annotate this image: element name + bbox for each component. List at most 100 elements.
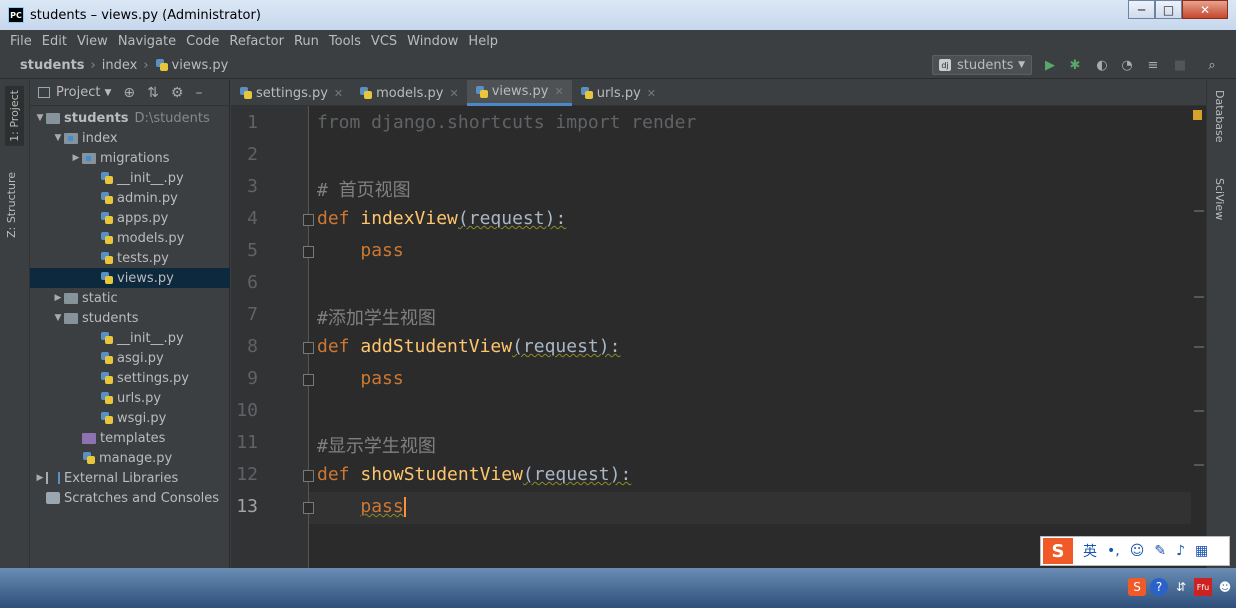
tree-item[interactable]: wsgi.py <box>30 408 230 428</box>
fold-end-marker-icon[interactable] <box>303 502 314 514</box>
tree-item[interactable]: __init__.py <box>30 168 230 188</box>
menu-refactor[interactable]: Refactor <box>229 34 284 49</box>
fold-end-marker-icon[interactable] <box>303 374 314 386</box>
fold-end-marker-icon[interactable] <box>303 246 314 258</box>
code-editor[interactable]: 1 2 3 4 5 6 7 8 9 10 11 12 13 from django.shortcuts … <box>231 106 1206 568</box>
structure-tool-tab[interactable]: Z: Structure <box>5 172 18 238</box>
fold-marker-icon[interactable] <box>303 342 314 354</box>
close-tab-icon[interactable]: ✕ <box>449 87 458 100</box>
brush-icon[interactable]: ✎ <box>1154 543 1166 559</box>
code-line[interactable]: pass <box>317 240 403 261</box>
tree-item[interactable]: asgi.py <box>30 348 230 368</box>
tree-item[interactable]: ▶ static <box>30 288 230 308</box>
editor-tab[interactable]: models.py ✕ <box>351 80 467 106</box>
help-tray-icon[interactable]: ? <box>1150 578 1168 596</box>
code-line[interactable]: #添加学生视图 <box>317 304 436 330</box>
tree-item[interactable]: ▼ students D:\students <box>30 108 230 128</box>
tree-item[interactable]: apps.py <box>30 208 230 228</box>
tree-item[interactable]: settings.py <box>30 368 230 388</box>
profile-icon[interactable]: ◔ <box>1119 57 1135 73</box>
tree-item[interactable]: views.py <box>30 268 230 288</box>
expanded-arrow-icon[interactable]: ▼ <box>34 113 46 123</box>
minimize-button[interactable]: ─ <box>1128 0 1155 19</box>
app-tray-icon[interactable]: Ffu <box>1194 578 1212 596</box>
editor-scrollbar[interactable] <box>1191 106 1206 568</box>
sogou-logo-icon[interactable]: S <box>1043 538 1073 564</box>
project-view-selector[interactable]: Project <box>56 85 100 100</box>
tree-item[interactable]: tests.py <box>30 248 230 268</box>
fold-marker-icon[interactable] <box>303 470 314 482</box>
run-icon[interactable]: ▶ <box>1042 57 1058 73</box>
sciview-tool-tab[interactable]: SciView <box>1213 178 1226 220</box>
maximize-button[interactable]: □ <box>1155 0 1182 19</box>
tree-item[interactable]: models.py <box>30 228 230 248</box>
editor-tab[interactable]: settings.py ✕ <box>231 80 351 106</box>
tree-item[interactable]: ▼ students <box>30 308 230 328</box>
tree-item[interactable]: Scratches and Consoles <box>30 488 230 508</box>
menu-code[interactable]: Code <box>186 34 219 49</box>
code-line[interactable]: def addStudentView(request): <box>317 336 620 357</box>
settings-gear-icon[interactable]: ⚙ <box>171 85 184 101</box>
code-line[interactable]: def showStudentView(request): <box>317 464 631 485</box>
menu-run[interactable]: Run <box>294 34 319 49</box>
tree-item[interactable]: ▶ External Libraries <box>30 468 230 488</box>
debug-icon[interactable]: ✱ <box>1067 57 1083 73</box>
emoji-icon[interactable]: ☺ <box>1130 543 1145 559</box>
breadcrumb-project[interactable]: students <box>20 58 85 73</box>
ime-punct-toggle[interactable]: •, <box>1107 543 1120 559</box>
editor-tab[interactable]: views.py ✕ <box>466 80 572 106</box>
network-tray-icon[interactable]: ⇵ <box>1172 578 1190 596</box>
warning-indicator-icon[interactable] <box>1193 110 1202 120</box>
project-tool-tab[interactable]: 1: Project <box>5 86 24 146</box>
qq-tray-icon[interactable]: ☻ <box>1216 578 1234 596</box>
collapsed-arrow-icon[interactable]: ▶ <box>70 153 82 163</box>
sogou-tray-icon[interactable]: S <box>1128 578 1146 596</box>
menu-navigate[interactable]: Navigate <box>118 34 176 49</box>
menu-vcs[interactable]: VCS <box>371 34 397 49</box>
stop-icon[interactable]: ■ <box>1172 57 1188 73</box>
editor-tab[interactable]: urls.py ✕ <box>572 80 664 106</box>
tree-item[interactable]: admin.py <box>30 188 230 208</box>
tree-item[interactable]: ▼ index <box>30 128 230 148</box>
breadcrumb-file[interactable]: views.py <box>172 58 229 73</box>
menu-file[interactable]: File <box>10 34 32 49</box>
tree-item[interactable]: manage.py <box>30 448 230 468</box>
mic-icon[interactable]: ♪ <box>1176 543 1185 559</box>
build-icon[interactable]: ≡ <box>1145 57 1161 73</box>
grid-icon[interactable]: ▦ <box>1195 543 1208 559</box>
menu-tools[interactable]: Tools <box>329 34 361 49</box>
database-tool-tab[interactable]: Database <box>1213 90 1226 143</box>
collapse-all-icon[interactable]: ⇅ <box>147 85 159 101</box>
code-line[interactable]: pass <box>317 496 406 517</box>
breadcrumb-folder[interactable]: index <box>102 58 138 73</box>
code-line[interactable]: from django.shortcuts import render <box>317 112 696 133</box>
expanded-arrow-icon[interactable]: ▼ <box>52 313 64 323</box>
collapsed-arrow-icon[interactable]: ▶ <box>34 473 46 483</box>
close-tab-icon[interactable]: ✕ <box>334 87 343 100</box>
fold-marker-icon[interactable] <box>303 214 314 226</box>
code-line[interactable]: #显示学生视图 <box>317 432 436 458</box>
code-line[interactable]: # 首页视图 <box>317 176 411 202</box>
menu-edit[interactable]: Edit <box>42 34 67 49</box>
tree-item[interactable]: urls.py <box>30 388 230 408</box>
tree-item[interactable]: __init__.py <box>30 328 230 348</box>
ime-mode-toggle[interactable]: 英 <box>1083 541 1097 561</box>
close-window-button[interactable]: ✕ <box>1182 0 1228 19</box>
close-tab-icon[interactable]: ✕ <box>555 85 564 98</box>
close-tab-icon[interactable]: ✕ <box>647 87 656 100</box>
run-configuration-dropdown[interactable]: dj students ▼ <box>932 55 1032 75</box>
coverage-icon[interactable]: ◐ <box>1094 57 1110 73</box>
code-line[interactable]: def indexView(request): <box>317 208 566 229</box>
hide-panel-icon[interactable]: – <box>195 85 202 101</box>
menu-help[interactable]: Help <box>468 34 498 49</box>
menu-view[interactable]: View <box>77 34 108 49</box>
menu-window[interactable]: Window <box>407 34 458 49</box>
collapsed-arrow-icon[interactable]: ▶ <box>52 293 64 303</box>
locate-file-icon[interactable]: ⊕ <box>123 85 135 101</box>
tree-item[interactable]: templates <box>30 428 230 448</box>
package-folder-icon <box>82 152 96 164</box>
code-line[interactable]: pass <box>317 368 403 389</box>
tree-item[interactable]: ▶ migrations <box>30 148 230 168</box>
expanded-arrow-icon[interactable]: ▼ <box>52 133 64 143</box>
search-icon[interactable]: ⌕ <box>1204 57 1220 73</box>
